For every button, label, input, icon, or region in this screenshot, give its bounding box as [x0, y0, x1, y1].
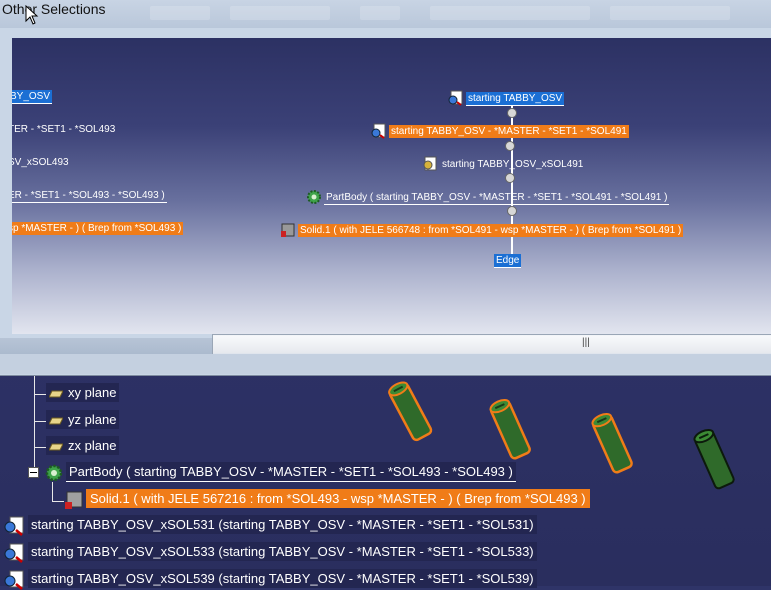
tree-item-part-539[interactable]: starting TABBY_OSV_xSOL539 (starting TAB… — [4, 569, 537, 590]
solid-icon — [65, 491, 83, 509]
cylinder-part-highlighted[interactable] — [582, 408, 642, 478]
tree-item-partbody[interactable]: PartBody ( starting TABBY_OSV - *MASTER … — [44, 462, 516, 483]
graph-node-left-4[interactable]: ER - *SET1 - *SOL493 - *SOL493 ) — [12, 189, 167, 203]
graph-node-part-instance[interactable]: starting TABBY_OSV - *MASTER - *SET1 - *… — [371, 123, 629, 139]
tree-line — [52, 501, 64, 502]
graph-node-edge[interactable]: Edge — [494, 254, 522, 268]
cylinder-part[interactable] — [684, 424, 744, 494]
graph-node-left-1[interactable]: BY_OSV — [12, 90, 53, 104]
plane-icon — [49, 417, 63, 425]
cylinder-part-highlighted[interactable] — [480, 394, 540, 464]
dialog-titlebar[interactable]: Other Selections — [0, 0, 771, 28]
tree-line — [34, 394, 46, 395]
graph-node-part-doc[interactable]: starting TABBY_OSV_xSOL491 — [422, 156, 585, 172]
tree-item-part-533[interactable]: starting TABBY_OSV_xSOL533 (starting TAB… — [4, 542, 537, 563]
graph-connector-knob — [507, 206, 517, 216]
graph-node-solid[interactable]: Solid.1 ( with JELE 566748 : from *SOL49… — [280, 222, 684, 238]
part-icon — [4, 570, 24, 590]
plane-icon — [49, 443, 63, 451]
tree-item-xy-plane[interactable]: xy plane — [46, 383, 120, 402]
graph-node-left-3[interactable]: SV_xSOL493 — [12, 157, 71, 168]
part-icon — [4, 516, 24, 536]
specification-tree: xy plane yz plane zx plane PartBody ( st… — [0, 376, 771, 590]
tree-line — [34, 376, 35, 472]
tree-line — [52, 482, 53, 502]
dialog-title: Other Selections — [2, 1, 106, 17]
graph-connector-knob — [507, 108, 517, 118]
graph-connector-knob — [505, 141, 515, 151]
tree-collapse-toggle[interactable] — [28, 467, 39, 478]
tree-line — [34, 447, 46, 448]
title-glare — [360, 6, 400, 20]
tree-item-solid[interactable]: Solid.1 ( with JELE 567216 : from *SOL49… — [64, 489, 590, 510]
title-glare — [610, 6, 730, 20]
gear-body-icon — [45, 464, 63, 482]
graph-connector-knob — [505, 173, 515, 183]
gear-part-icon — [423, 156, 437, 171]
scrollbar-thumb[interactable] — [213, 336, 771, 353]
tree-item-zx-plane[interactable]: zx plane — [46, 436, 120, 455]
solid-icon — [281, 223, 295, 237]
tree-item-yz-plane[interactable]: yz plane — [46, 410, 120, 429]
part-icon — [4, 543, 24, 563]
other-selections-dialog: Other Selections BY_OSV TER - *SET1 - *S… — [0, 0, 771, 376]
part-icon — [448, 90, 463, 106]
graph-node-part[interactable]: starting TABBY_OSV — [448, 90, 565, 106]
tree-line — [34, 421, 46, 422]
graph-node-left-2[interactable]: TER - *SET1 - *SOL493 — [12, 124, 117, 135]
scrollbar-grip-icon: ||| — [582, 337, 590, 348]
dialog-bottom-border — [0, 354, 771, 374]
selection-graph-canvas[interactable]: BY_OSV TER - *SET1 - *SOL493 SV_xSOL493 … — [12, 38, 771, 334]
title-glare — [430, 6, 590, 20]
part-icon — [371, 123, 386, 139]
gear-body-icon — [307, 190, 321, 204]
title-glare — [150, 6, 210, 20]
plane-icon — [49, 390, 63, 398]
cylinder-part-highlighted[interactable] — [380, 376, 440, 446]
graph-node-left-5[interactable]: sp *MASTER - ) ( Brep from *SOL493 ) — [12, 222, 184, 235]
horizontal-scrollbar[interactable] — [212, 334, 771, 356]
mouse-cursor-icon — [25, 5, 39, 25]
graph-node-partbody[interactable]: PartBody ( starting TABBY_OSV - *MASTER … — [306, 189, 670, 205]
tree-item-part-531[interactable]: starting TABBY_OSV_xSOL531 (starting TAB… — [4, 515, 537, 536]
title-glare — [230, 6, 330, 20]
